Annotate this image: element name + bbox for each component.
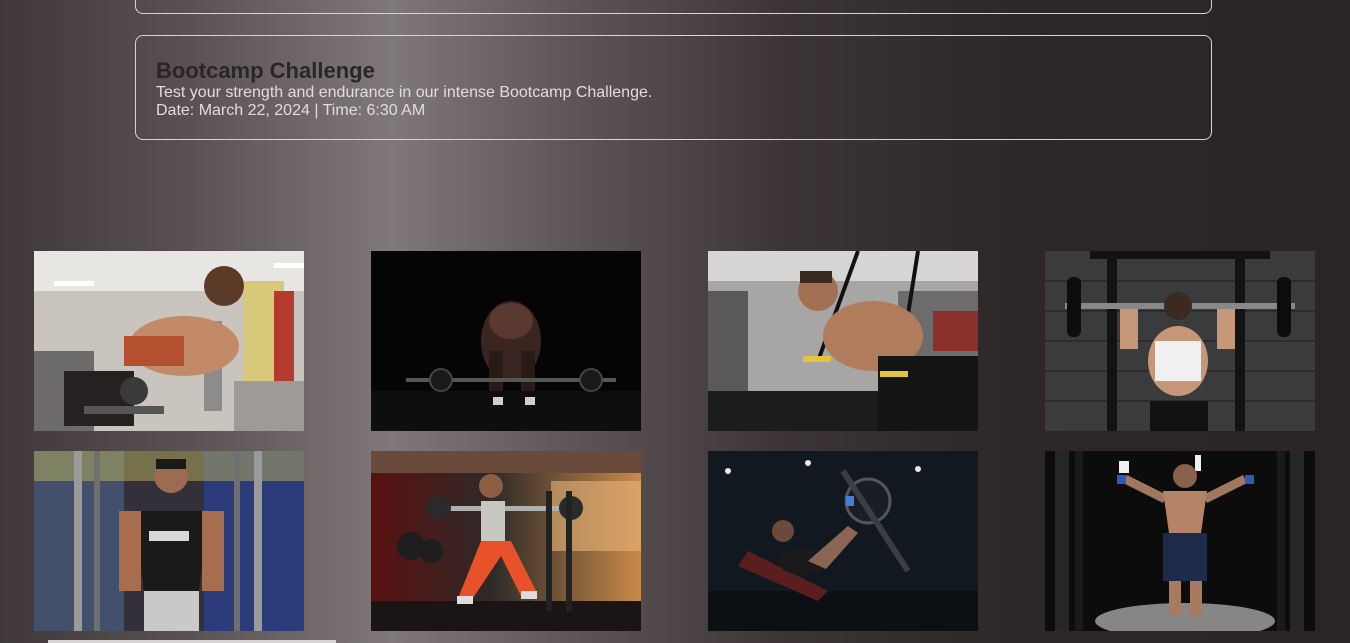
gallery-photo-man-suspension-trainer [708,251,978,431]
gallery-photo-woman-barbell-lunge [371,451,641,631]
gallery-photo-woman-barbell-press-back [1045,251,1315,431]
event-card-previous [135,0,1212,14]
gallery-photo-man-deadlift-dark [371,251,641,431]
gallery-photo-man-arms-raised-gym [1045,451,1315,631]
photo-gallery [34,251,1316,631]
event-description: Test your strength and endurance in our … [156,84,653,101]
event-date-time: Date: March 22, 2024 | Time: 6:30 AM [156,102,426,119]
event-title: Bootcamp Challenge [156,58,375,83]
event-card: Bootcamp Challenge Test your strength an… [135,35,1212,140]
gallery-photo-woman-dumbbell-row [34,251,304,431]
gallery-photo-woman-leg-press [708,451,978,631]
gallery-photo-man-cable-crossover [34,451,304,631]
